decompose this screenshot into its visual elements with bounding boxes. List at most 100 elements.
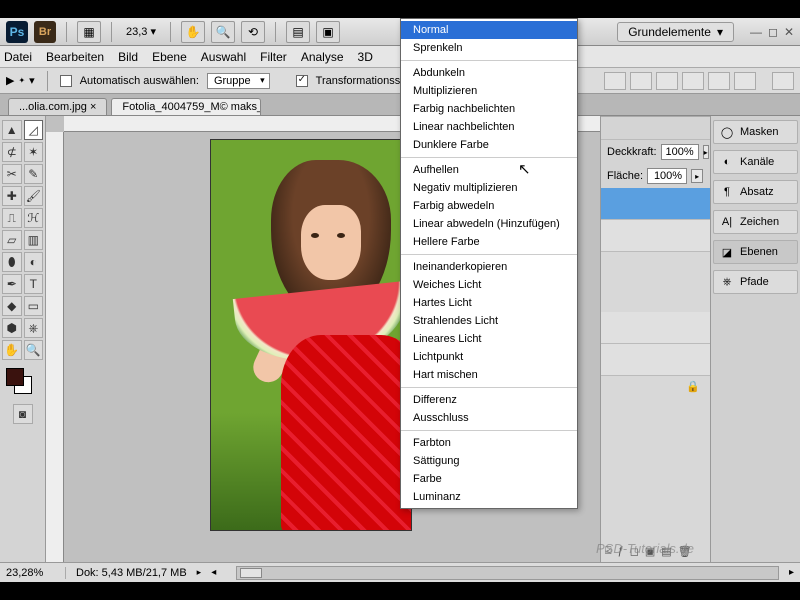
blend-mode-item[interactable]: Lineares Licht [401, 330, 577, 348]
align-button[interactable] [656, 72, 678, 90]
blur-tool[interactable]: ⬮ [2, 252, 22, 272]
link-layers-icon[interactable]: ⍃ [605, 545, 612, 558]
delete-layer-icon[interactable]: 🗑 [678, 545, 692, 558]
horizontal-scrollbar[interactable] [236, 566, 779, 580]
eyedropper-tool[interactable]: ✎ [24, 164, 44, 184]
panel-tab-masken[interactable]: ◯Masken [713, 120, 798, 144]
zoom-level-field[interactable]: 23,3 ▾ [122, 25, 160, 38]
blend-mode-item[interactable]: Hartes Licht [401, 294, 577, 312]
gradient-tool[interactable]: ▥ [24, 230, 44, 250]
distribute-button[interactable] [772, 72, 794, 90]
close-button[interactable]: ✕ [784, 25, 794, 39]
quick-select-tool[interactable]: ✶ [24, 142, 44, 162]
heal-tool[interactable]: ✚ [2, 186, 22, 206]
arrange-documents-icon[interactable]: ▤ [286, 21, 310, 43]
workspace-switcher[interactable]: Grundelemente▾ [617, 22, 734, 42]
3d-camera-tool[interactable]: ⎈ [24, 318, 44, 338]
pen-tool[interactable]: ✒ [2, 274, 22, 294]
blend-mode-item[interactable]: Ausschluss [401, 409, 577, 427]
launch-bridge-button[interactable]: ▦ [77, 21, 101, 43]
hand-tool[interactable]: ✋ [2, 340, 22, 360]
blend-mode-item[interactable]: Farbton [401, 434, 577, 452]
blend-mode-item[interactable]: Sprenkeln [401, 39, 577, 57]
opacity-field[interactable]: 100% [661, 144, 699, 160]
new-layer-icon[interactable]: ▤ [661, 545, 671, 558]
fill-field[interactable]: 100% [647, 168, 687, 184]
lasso-tool[interactable]: ⊄ [2, 142, 22, 162]
current-tool-indicator[interactable]: ▶✦ ▾ [6, 74, 35, 87]
layer-row[interactable] [601, 188, 710, 220]
dodge-tool[interactable]: ◐ [24, 252, 44, 272]
blend-mode-dropdown[interactable]: NormalSprenkelnAbdunkelnMultiplizierenFa… [400, 18, 578, 509]
zoom-tool[interactable]: 🔍 [24, 340, 44, 360]
document-tab[interactable]: Fotolia_4004759_M© maks_photo - Fotolia.… [111, 98, 261, 115]
rotate-view-icon[interactable]: ⟲ [241, 21, 265, 43]
history-brush-tool[interactable]: ℋ [24, 208, 44, 228]
tab-close-icon[interactable]: × [90, 101, 96, 113]
blend-mode-item[interactable]: Farbig abwedeln [401, 197, 577, 215]
layer-row[interactable] [601, 312, 710, 344]
blend-mode-item[interactable]: Weiches Licht [401, 276, 577, 294]
new-group-icon[interactable]: ▣ [645, 545, 655, 558]
status-zoom-field[interactable]: 23,28% [6, 567, 66, 579]
panel-tab-absatz[interactable]: ¶Absatz [713, 180, 798, 204]
blend-mode-item[interactable]: Sättigung [401, 452, 577, 470]
panel-tab-kanaele[interactable]: ◐Kanäle [713, 150, 798, 174]
align-button[interactable] [708, 72, 730, 90]
blend-mode-item[interactable]: Lichtpunkt [401, 348, 577, 366]
panel-tab-ebenen[interactable]: ◪Ebenen [713, 240, 798, 264]
blend-mode-item[interactable]: Hart mischen [401, 366, 577, 384]
menu-bild[interactable]: Bild [118, 50, 138, 64]
layers-list[interactable]: 🔒 ⍃ ƒ ◻ ▣ ▤ 🗑 [601, 188, 710, 562]
align-button[interactable] [734, 72, 756, 90]
path-select-tool[interactable]: ◆ [2, 296, 22, 316]
3d-tool[interactable]: ⬢ [2, 318, 22, 338]
brush-tool[interactable]: 🖌 [24, 186, 44, 206]
blend-mode-item[interactable]: Linear abwedeln (Hinzufügen) [401, 215, 577, 233]
screen-mode-icon[interactable]: ▣ [316, 21, 340, 43]
status-doc-info[interactable]: Dok: 5,43 MB/21,7 MB [76, 567, 187, 579]
blend-mode-item[interactable]: Farbig nachbelichten [401, 100, 577, 118]
scrollbar-thumb[interactable] [240, 568, 262, 578]
document-tab[interactable]: ...olia.com.jpg × [8, 98, 107, 115]
align-button[interactable] [682, 72, 704, 90]
blend-mode-item[interactable]: Linear nachbelichten [401, 118, 577, 136]
menu-ebene[interactable]: Ebene [152, 50, 187, 64]
menu-3d[interactable]: 3D [358, 50, 373, 64]
move-tool[interactable]: ▲ [2, 120, 22, 140]
menu-datei[interactable]: Datei [4, 50, 32, 64]
menu-auswahl[interactable]: Auswahl [201, 50, 246, 64]
panel-collapsed-header[interactable] [601, 116, 710, 140]
layer-mask-icon[interactable]: ◻ [630, 545, 639, 558]
foreground-color-swatch[interactable] [6, 368, 24, 386]
hand-tool-icon[interactable]: ✋ [181, 21, 205, 43]
menu-filter[interactable]: Filter [260, 50, 287, 64]
blend-mode-item[interactable]: Differenz [401, 391, 577, 409]
eraser-tool[interactable]: ▱ [2, 230, 22, 250]
layer-row[interactable] [601, 344, 710, 376]
quick-mask-icon[interactable]: ◙ [13, 404, 33, 424]
auto-select-target-dropdown[interactable]: Gruppe [207, 73, 270, 89]
shape-tool[interactable]: ▭ [24, 296, 44, 316]
blend-mode-item[interactable]: Multiplizieren [401, 82, 577, 100]
layer-style-icon[interactable]: ƒ [618, 545, 624, 558]
panel-tab-pfade[interactable]: ⎈Pfade [713, 270, 798, 294]
bridge-logo-icon[interactable]: Br [34, 21, 56, 43]
menu-analyse[interactable]: Analyse [301, 50, 344, 64]
color-swatches[interactable] [2, 368, 43, 398]
auto-select-checkbox[interactable] [60, 75, 72, 87]
blend-mode-item[interactable]: Farbe [401, 470, 577, 488]
layer-row[interactable] [601, 220, 710, 252]
selection-tool[interactable]: ◿ [24, 120, 44, 140]
blend-mode-item[interactable]: Hellere Farbe [401, 233, 577, 251]
blend-mode-item[interactable]: Strahlendes Licht [401, 312, 577, 330]
lock-icon[interactable]: 🔒 [686, 380, 700, 393]
align-button[interactable] [630, 72, 652, 90]
maximize-button[interactable]: ◻ [768, 25, 778, 39]
blend-mode-item[interactable]: Ineinanderkopieren [401, 258, 577, 276]
fill-flyout-icon[interactable]: ▸ [691, 169, 703, 183]
ps-logo-icon[interactable]: Ps [6, 21, 28, 43]
blend-mode-item[interactable]: Aufhellen [401, 161, 577, 179]
document-canvas[interactable] [211, 140, 411, 530]
zoom-tool-icon[interactable]: 🔍 [211, 21, 235, 43]
